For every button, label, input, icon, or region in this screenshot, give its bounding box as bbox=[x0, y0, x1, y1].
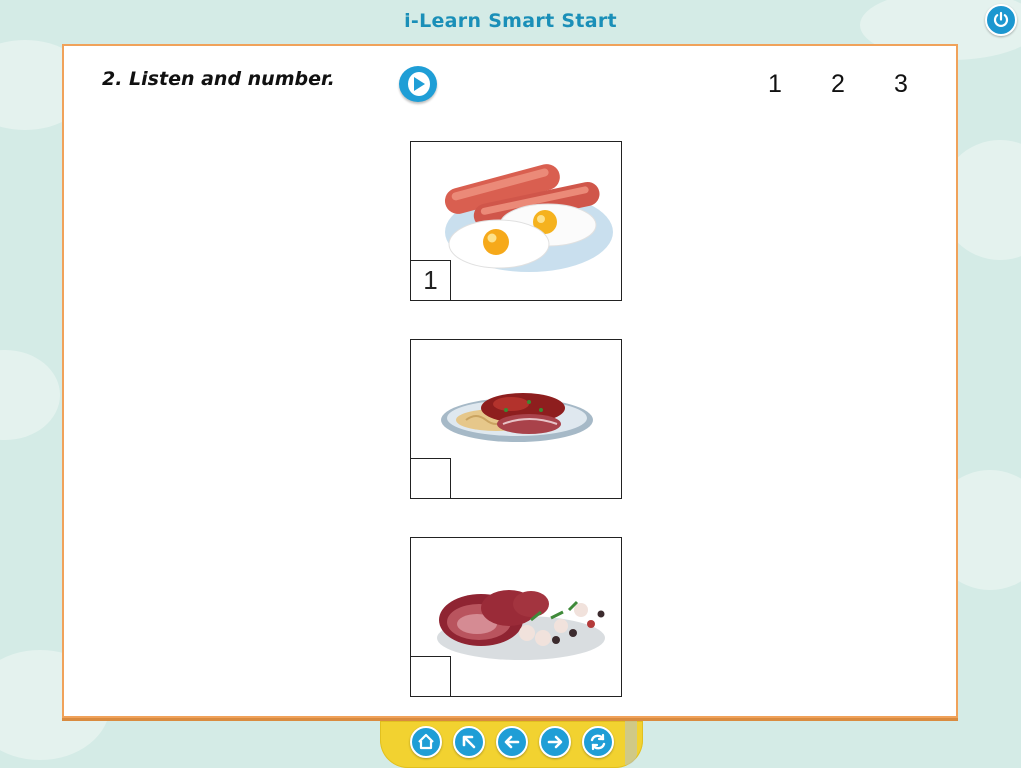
power-button[interactable] bbox=[985, 4, 1017, 36]
picture-card bbox=[410, 537, 622, 697]
picture-number-box[interactable] bbox=[411, 656, 451, 696]
reload-icon bbox=[590, 733, 606, 751]
background-cloud bbox=[0, 350, 60, 440]
reload-button[interactable] bbox=[582, 726, 614, 758]
app-title: i-Learn Smart Start bbox=[404, 10, 617, 32]
picture-number-box[interactable]: 1 bbox=[411, 260, 451, 300]
answer-option[interactable]: 3 bbox=[886, 70, 916, 99]
arrow-right-icon bbox=[547, 735, 563, 749]
power-icon bbox=[993, 11, 1009, 27]
play-icon bbox=[414, 77, 425, 91]
navigation-bar bbox=[380, 721, 643, 768]
picture-number-box[interactable] bbox=[411, 458, 451, 498]
next-page-button[interactable] bbox=[539, 726, 571, 758]
answer-option[interactable]: 2 bbox=[823, 70, 853, 99]
picture-card: 1 bbox=[410, 141, 622, 301]
previous-page-button[interactable] bbox=[496, 726, 528, 758]
play-audio-button[interactable] bbox=[399, 66, 437, 102]
home-icon bbox=[418, 733, 434, 750]
picture-card bbox=[410, 339, 622, 499]
exercise-panel: 2. Listen and number. 1 2 3 1 bbox=[62, 44, 958, 718]
arrow-up-left-icon bbox=[462, 735, 476, 749]
back-to-start-button[interactable] bbox=[453, 726, 485, 758]
home-button[interactable] bbox=[410, 726, 442, 758]
exercise-instruction: 2. Listen and number. bbox=[102, 68, 335, 90]
arrow-left-icon bbox=[504, 735, 520, 749]
answer-option[interactable]: 1 bbox=[760, 70, 790, 99]
